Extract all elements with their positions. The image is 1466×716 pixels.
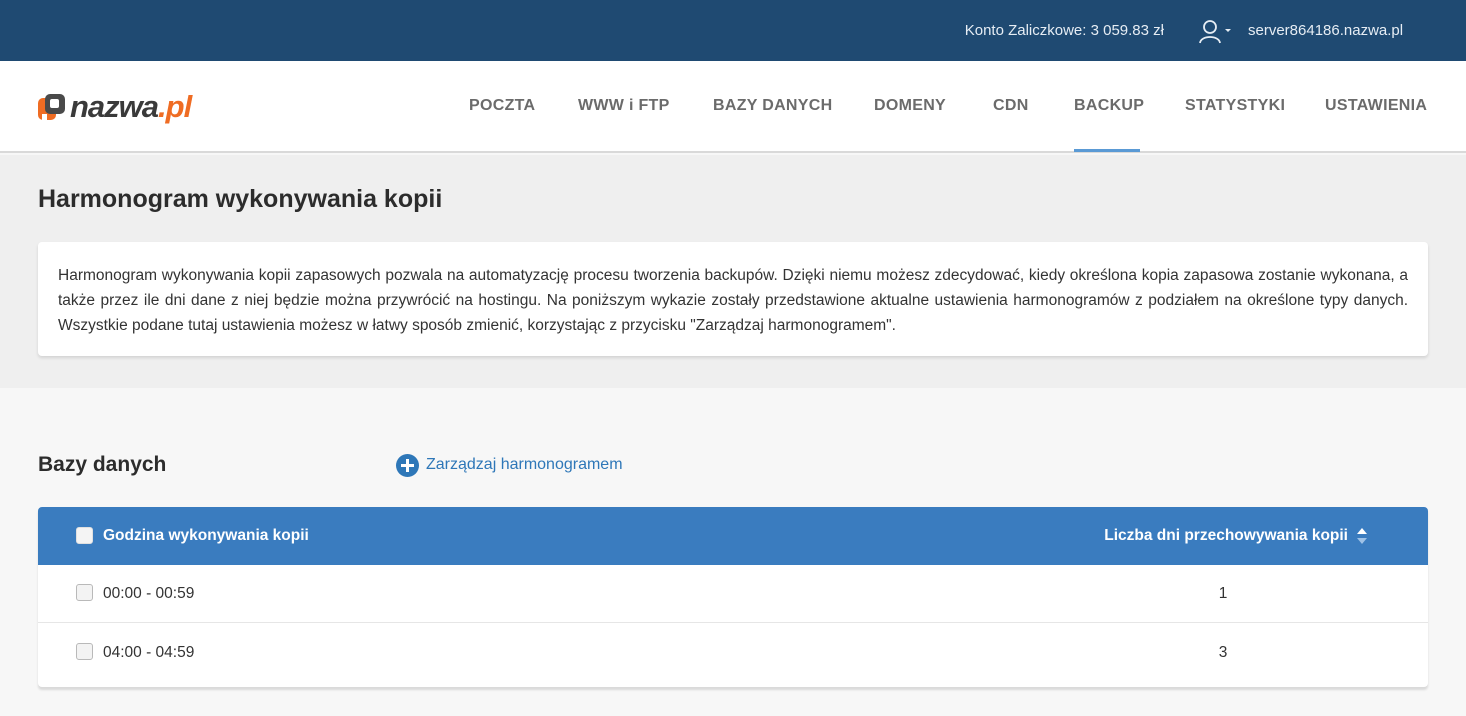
- select-all-checkbox[interactable]: [76, 527, 93, 544]
- column-header-time[interactable]: Godzina wykonywania kopii: [103, 527, 309, 545]
- nav-active-indicator: [1074, 149, 1140, 152]
- nav-backup[interactable]: BACKUP: [1074, 97, 1144, 115]
- logo-text: nazwa.pl: [70, 89, 192, 124]
- server-name[interactable]: server864186.nazwa.pl: [1248, 22, 1403, 39]
- page-title: Harmonogram wykonywania kopii: [38, 185, 443, 213]
- table-header: Godzina wykonywania kopii Liczba dni prz…: [38, 507, 1428, 565]
- page-header: Harmonogram wykonywania kopii Harmonogra…: [0, 155, 1466, 388]
- nav-www-ftp[interactable]: WWW i FTP: [578, 97, 670, 115]
- row-checkbox[interactable]: [76, 584, 93, 601]
- nav-statystyki[interactable]: STATYSTYKI: [1185, 97, 1285, 115]
- row-time: 00:00 - 00:59: [103, 585, 195, 602]
- logo-mark-icon: [38, 92, 68, 124]
- row-checkbox[interactable]: [76, 643, 93, 660]
- logo[interactable]: nazwa.pl: [38, 89, 208, 129]
- nav-ustawienia[interactable]: USTAWIENIA: [1325, 97, 1427, 115]
- section-title: Bazy danych: [38, 453, 167, 476]
- nav-domeny[interactable]: DOMENY: [874, 97, 946, 115]
- sort-icon[interactable]: [1356, 527, 1368, 545]
- row-days: 3: [1218, 644, 1228, 661]
- nav-bazy-danych[interactable]: BAZY DANYCH: [713, 97, 832, 115]
- schedule-table: Godzina wykonywania kopii Liczba dni prz…: [38, 507, 1428, 687]
- main-navbar: nazwa.pl POCZTA WWW i FTP BAZY DANYCH DO…: [0, 61, 1466, 153]
- user-menu-icon[interactable]: [1198, 19, 1234, 45]
- top-bar: Konto Zaliczkowe: 3 059.83 zł server8641…: [0, 0, 1466, 61]
- plus-circle-icon: [396, 454, 419, 477]
- row-time: 04:00 - 04:59: [103, 644, 195, 661]
- row-days: 1: [1218, 585, 1228, 602]
- manage-schedule-label: Zarządzaj harmonogramem: [426, 456, 623, 473]
- info-description: Harmonogram wykonywania kopii zapasowych…: [38, 242, 1428, 356]
- column-header-days[interactable]: Liczba dni przechowywania kopii: [1104, 527, 1348, 545]
- nav-poczta[interactable]: POCZTA: [469, 97, 535, 115]
- table-row: 04:00 - 04:59 3: [38, 624, 1428, 682]
- table-row: 00:00 - 00:59 1: [38, 565, 1428, 623]
- nav-cdn[interactable]: CDN: [993, 97, 1029, 115]
- account-balance: Konto Zaliczkowe: 3 059.83 zł: [964, 22, 1164, 39]
